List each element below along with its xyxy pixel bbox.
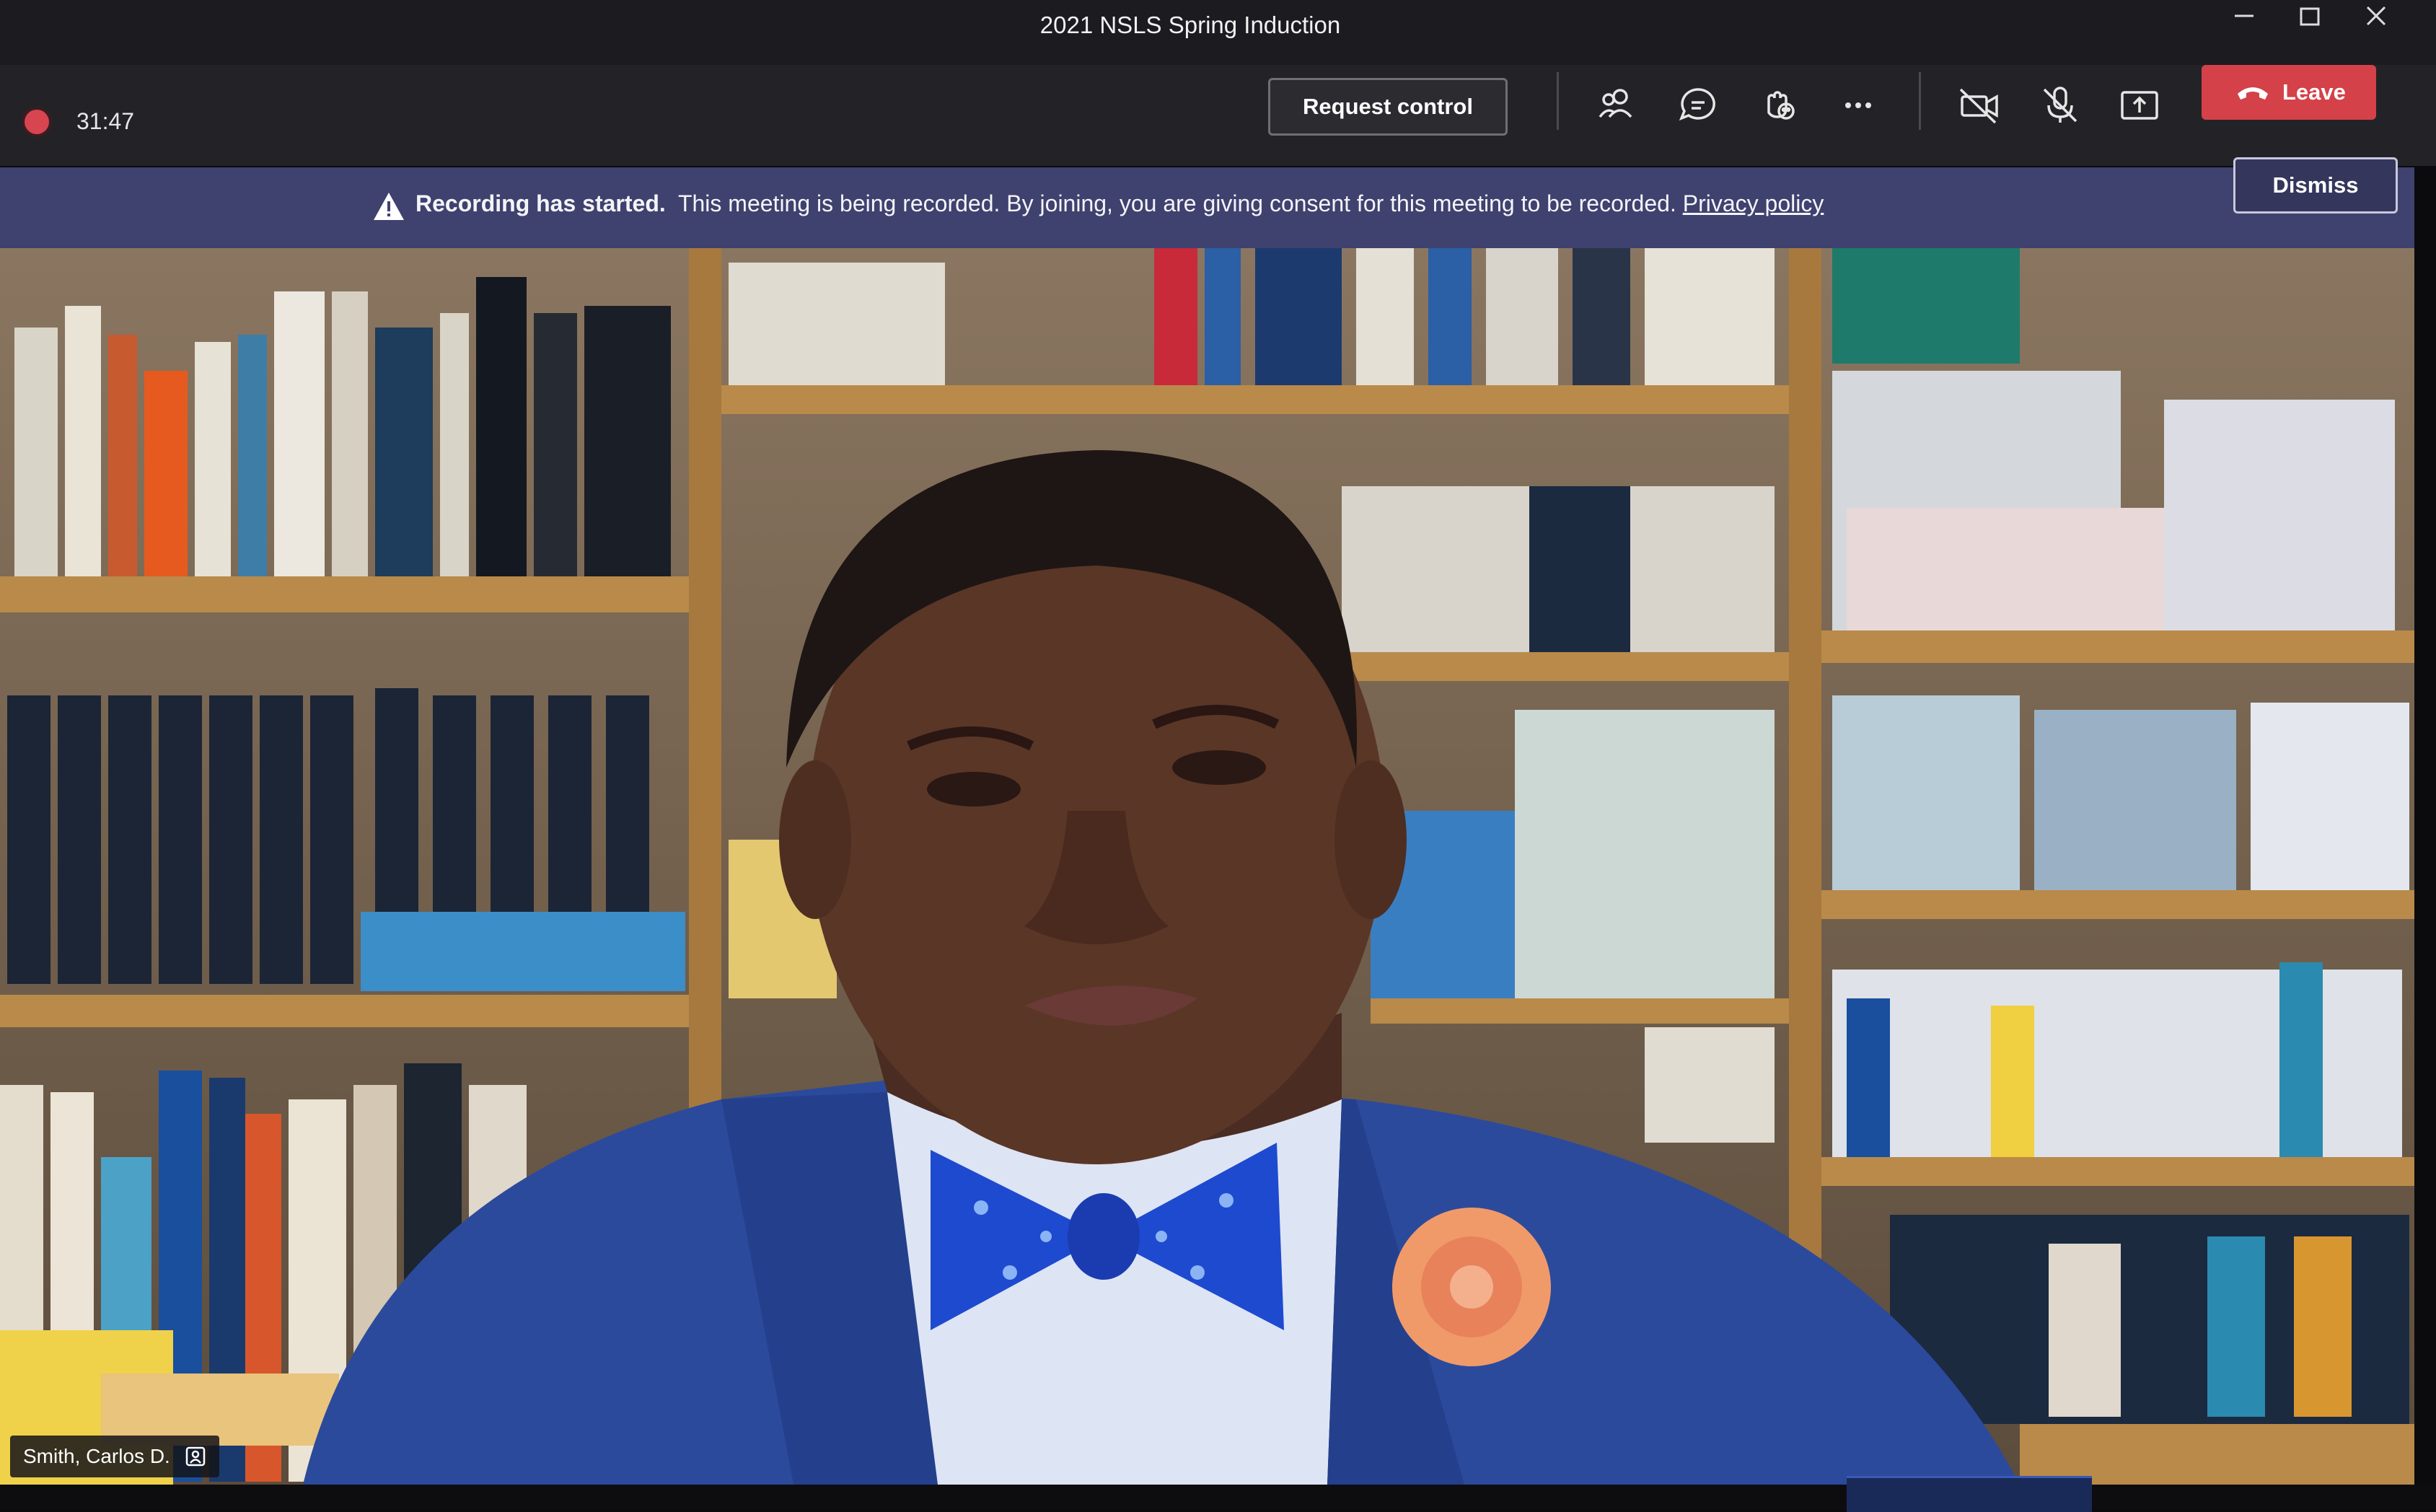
privacy-policy-link[interactable]: Privacy policy (1683, 190, 1824, 216)
participant-name-tag: Smith, Carlos D. (10, 1436, 219, 1477)
more-options-icon[interactable] (1832, 79, 1884, 131)
request-control-button[interactable]: Request control (1268, 78, 1508, 136)
leave-button[interactable]: Leave (2202, 65, 2376, 120)
self-view-thumbnail[interactable] (1847, 1476, 2092, 1512)
share-screen-icon[interactable] (2114, 79, 2165, 131)
title-bar: 2021 NSLS Spring Induction (0, 0, 2436, 65)
toolbar-divider (1557, 72, 1559, 130)
warning-icon (372, 190, 405, 222)
video-frame-illustration (0, 248, 2414, 1485)
window-title: 2021 NSLS Spring Induction (1039, 12, 1341, 38)
toolbar-divider (1919, 72, 1921, 130)
notification-title: Recording has started. (415, 190, 666, 216)
leave-label: Leave (2282, 79, 2346, 105)
mic-off-icon[interactable] (2034, 79, 2086, 131)
recording-notification: Recording has started. This meeting is b… (0, 167, 2414, 248)
minimize-icon[interactable] (2219, 6, 2269, 49)
reactions-icon[interactable] (1753, 79, 1805, 131)
notification-message: This meeting is being recorded. By joini… (677, 190, 1676, 216)
recording-timer: 31:47 (76, 108, 135, 134)
notification-text: Recording has started. This meeting is b… (415, 190, 1824, 217)
participant-video (0, 248, 2414, 1485)
maximize-icon[interactable] (2285, 6, 2336, 49)
camera-off-icon[interactable] (1953, 79, 2005, 131)
phone-hangup-icon (2235, 79, 2271, 105)
chat-icon[interactable] (1672, 79, 1724, 131)
participants-icon[interactable] (1591, 79, 1643, 131)
recording-indicator-icon (25, 110, 49, 134)
close-icon[interactable] (2352, 6, 2402, 49)
participant-name: Smith, Carlos D. (23, 1445, 170, 1467)
dismiss-button[interactable]: Dismiss (2233, 157, 2398, 214)
pinned-participant-icon (185, 1440, 206, 1467)
